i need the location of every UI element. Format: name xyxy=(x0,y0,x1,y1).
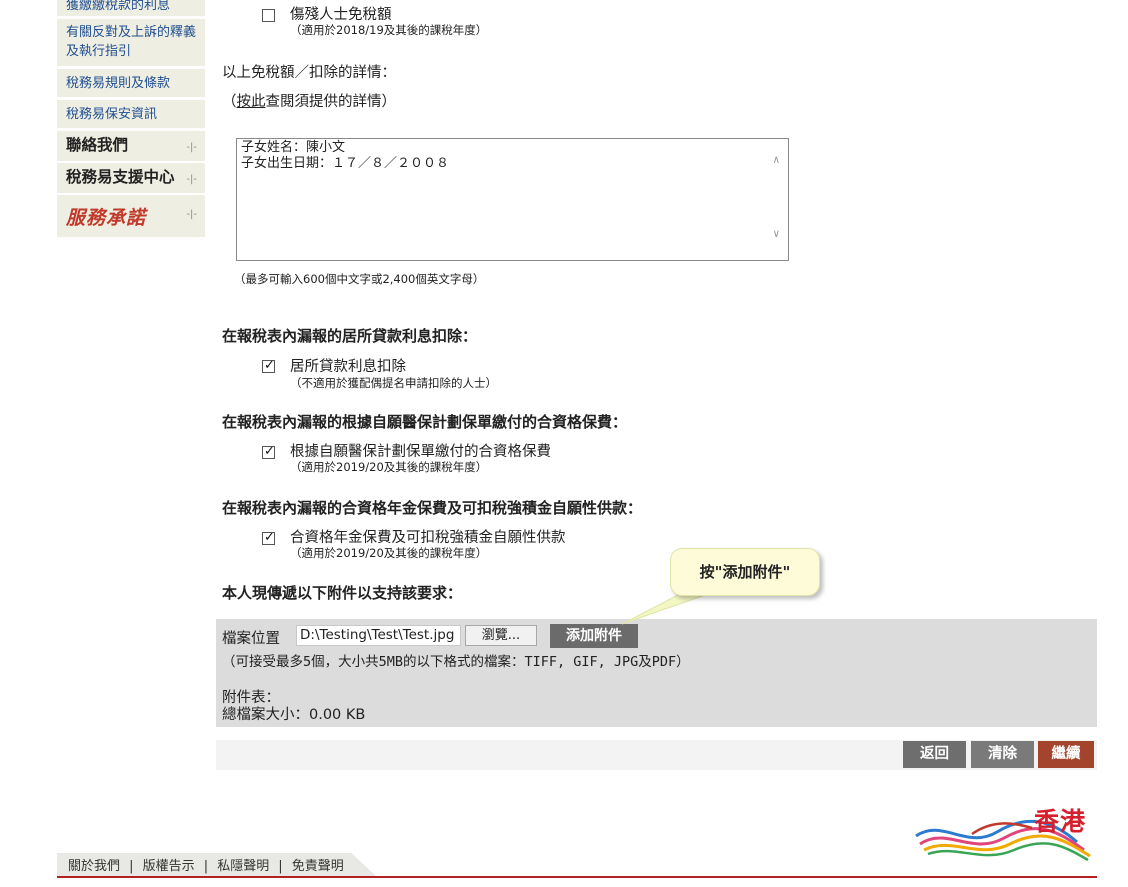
clear-button[interactable]: 清除 xyxy=(971,741,1034,768)
details-hint-prefix: （ xyxy=(222,94,237,110)
details-hint: （按此查閱須提供的詳情） xyxy=(222,90,396,111)
continue-button[interactable]: 繼續 xyxy=(1038,741,1094,768)
sidebar-item-label: 聯絡我們 xyxy=(66,136,129,154)
footer-link-privacy[interactable]: 私隱聲明 xyxy=(217,859,269,874)
footer-link-copyright[interactable]: 版權告示 xyxy=(143,859,195,874)
home-loan-note: （不適用於獲配偶提名申請扣除的人士） xyxy=(290,376,497,390)
textarea-line: 子女出生日期：１７／８／２００８ xyxy=(241,156,450,171)
sidebar-item-support-centre[interactable]: 稅務易支援中心 -|- xyxy=(57,163,205,194)
disabled-allowance-checkbox[interactable] xyxy=(262,9,275,22)
section-heading: 在報稅表內漏報的根據自願醫保計劃保單繳付的合資格保費： xyxy=(222,413,628,431)
sidebar-item-label: 有關反對及上訴的釋義及執行指引 xyxy=(66,25,197,59)
footer-divider xyxy=(57,876,1097,878)
home-loan-checkbox[interactable] xyxy=(262,358,275,373)
sidebar-item-label: 獲繳繳稅款的利息 xyxy=(66,0,171,13)
details-textarea[interactable]: 子女姓名：陳小文 子女出生日期：１７／８／２００８ ∧ ∨ xyxy=(236,138,789,261)
disabled-allowance-label: 傷殘人士免稅額 xyxy=(290,7,392,23)
footer-separator: | xyxy=(129,859,134,874)
footer-link-about[interactable]: 關於我們 xyxy=(68,859,120,874)
annuity-label: 合資格年金保費及可扣稅強積金自願性供款 xyxy=(290,530,566,546)
section-heading: 在報稅表內漏報的居所貸款利息扣除： xyxy=(222,327,478,345)
section-heading: 在報稅表內漏報的合資格年金保費及可扣稅強積金自願性供款： xyxy=(222,499,643,517)
arrow-icon: -|- xyxy=(186,174,197,185)
details-link[interactable]: 按此 xyxy=(237,94,266,110)
attachments-heading: 本人現傳遞以下附件以支持該要求： xyxy=(222,584,463,602)
vhis-checkbox[interactable] xyxy=(262,444,275,459)
brand-logo-text: 香港 xyxy=(1034,807,1087,836)
sidebar-item-label: 稅務易規則及條款 xyxy=(66,76,171,91)
home-loan-label: 居所貸款利息扣除 xyxy=(290,359,406,375)
details-hint-suffix: 查閱須提供的詳情） xyxy=(265,94,397,110)
sidebar-item-contact[interactable]: 聯絡我們 -|- xyxy=(57,131,205,162)
arrow-icon: -|- xyxy=(186,209,197,220)
sidebar-item-rules[interactable]: 稅務易規則及條款 xyxy=(57,69,205,98)
scroll-up-icon[interactable]: ∧ xyxy=(773,152,780,168)
textarea-scrollbar[interactable]: ∧ ∨ xyxy=(770,140,787,259)
details-heading: 以上免稅額／扣除的詳情： xyxy=(222,65,396,81)
total-size-label: 總檔案大小：0.00 KB xyxy=(222,707,366,723)
file-path-input[interactable]: D:\Testing\Test\Test.jpg xyxy=(296,625,461,646)
scroll-down-icon[interactable]: ∨ xyxy=(773,226,780,242)
footer-separator: | xyxy=(203,859,209,874)
sidebar-item-interest[interactable]: 獲繳繳稅款的利息 xyxy=(57,0,205,17)
vhis-note: （適用於2019/20及其後的課稅年度） xyxy=(290,460,488,474)
sidebar-item-performance-pledge[interactable]: 服務承諾 -|- xyxy=(57,195,205,238)
browse-button[interactable]: 瀏覽... xyxy=(465,625,537,646)
annuity-checkbox[interactable] xyxy=(262,530,275,545)
arrow-icon: -|- xyxy=(186,142,197,153)
back-button[interactable]: 返回 xyxy=(903,741,966,768)
disabled-allowance-note: （適用於2018/19及其後的課稅年度） xyxy=(290,23,488,37)
vhis-label: 根據自願醫保計劃保單繳付的合資格保費 xyxy=(290,444,551,460)
annuity-note: （適用於2019/20及其後的課稅年度） xyxy=(290,546,488,560)
callout-pointer xyxy=(621,593,709,625)
footer-link-disclaimer[interactable]: 免責聲明 xyxy=(292,859,344,874)
details-limit-note: （最多可輸入600個中文字或2,400個英文字母） xyxy=(234,272,485,286)
footer-separator: | xyxy=(278,859,283,874)
sidebar-item-objection-guide[interactable]: 有關反對及上訴的釋義及執行指引 xyxy=(57,19,205,67)
file-location-label: 檔案位置 xyxy=(222,631,280,647)
brand-hong-kong-logo: 香港 xyxy=(912,800,1097,870)
sidebar-item-label: 稅務易支援中心 xyxy=(66,168,175,186)
instruction-callout: 按"添加附件" xyxy=(670,548,820,596)
footer-links: 關於我們 | 版權告示 | 私隱聲明 | 免責聲明 xyxy=(68,855,344,874)
format-note: （可接受最多5個，大小共5MB的以下格式的檔案：TIFF, GIF, JPG及P… xyxy=(222,654,690,670)
sidebar-item-security[interactable]: 稅務易保安資訊 xyxy=(57,100,205,129)
sidebar-item-label: 稅務易保安資訊 xyxy=(66,107,158,122)
pledge-logo: 服務承諾 xyxy=(66,207,147,229)
textarea-line: 子女姓名：陳小文 xyxy=(241,140,346,155)
